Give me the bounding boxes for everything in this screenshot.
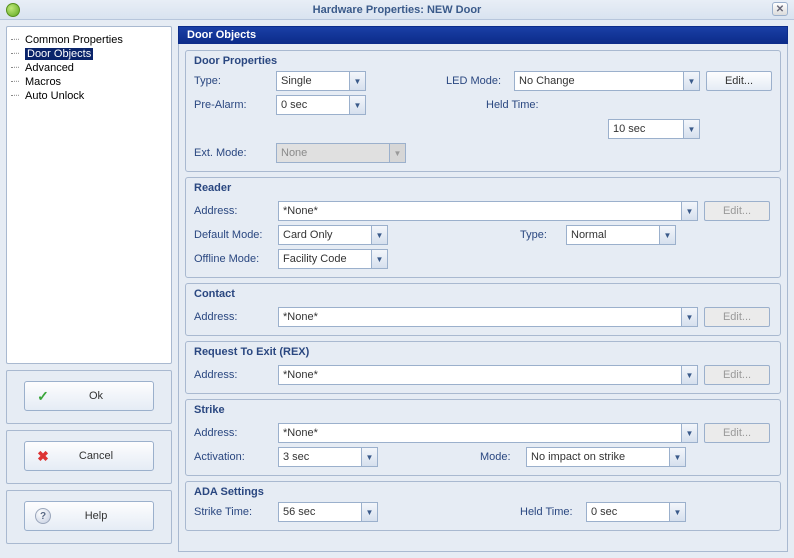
ok-button[interactable]: ✓ Ok [24,381,154,411]
legend-strike: Strike [194,404,772,418]
cancel-button[interactable]: ✖ Cancel [24,441,154,471]
legend-door-properties: Door Properties [194,55,772,69]
label-rex-address: Address: [194,369,272,381]
chevron-down-icon: ▼ [681,202,697,220]
check-icon: ✓ [35,388,51,405]
legend-contact: Contact [194,288,772,302]
nav-auto-unlock[interactable]: Auto Unlock [7,89,171,103]
nav-macros[interactable]: Macros [7,75,171,89]
group-rex: Request To Exit (REX) Address: *None*▼ E… [185,341,781,394]
edit-contact-button: Edit... [704,307,770,327]
cancel-label: Cancel [67,450,143,462]
chevron-down-icon: ▼ [683,72,699,90]
label-ext-mode: Ext. Mode: [194,147,270,159]
combo-held-time[interactable]: 10 sec▼ [608,119,700,139]
nav-common-properties[interactable]: Common Properties [7,33,171,47]
combo-default-mode[interactable]: Card Only▼ [278,225,388,245]
chevron-down-icon: ▼ [389,144,405,162]
group-contact: Contact Address: *None*▼ Edit... [185,283,781,336]
combo-strike-address[interactable]: *None*▼ [278,423,698,443]
edit-strike-button: Edit... [704,423,770,443]
group-ada: ADA Settings Strike Time: 56 sec▼ Held T… [185,481,781,531]
edit-door-button[interactable]: Edit... [706,71,772,91]
legend-reader: Reader [194,182,772,196]
chevron-down-icon: ▼ [361,503,377,521]
chevron-down-icon: ▼ [681,308,697,326]
label-pre-alarm: Pre-Alarm: [194,99,270,111]
nav-advanced[interactable]: Advanced [7,61,171,75]
chevron-down-icon: ▼ [371,226,387,244]
label-activation: Activation: [194,451,272,463]
combo-offline-mode[interactable]: Facility Code▼ [278,249,388,269]
group-door-properties: Door Properties Type: Single▼ LED Mode: … [185,50,781,172]
app-icon [6,3,20,17]
combo-ada-held[interactable]: 0 sec▼ [586,502,686,522]
chevron-down-icon: ▼ [683,120,699,138]
group-strike: Strike Address: *None*▼ Edit... Activati… [185,399,781,476]
nav-door-objects[interactable]: Door Objects [7,47,171,61]
edit-rex-button: Edit... [704,365,770,385]
chevron-down-icon: ▼ [361,448,377,466]
label-ada-strike: Strike Time: [194,506,272,518]
help-label: Help [67,510,143,522]
title-bar: Hardware Properties: NEW Door ✕ [0,0,794,20]
combo-reader-type[interactable]: Normal▼ [566,225,676,245]
combo-activation[interactable]: 3 sec▼ [278,447,378,467]
combo-ext-mode: None▼ [276,143,406,163]
label-reader-address: Address: [194,205,272,217]
section-header: Door Objects [178,26,788,44]
chevron-down-icon: ▼ [659,226,675,244]
combo-type[interactable]: Single▼ [276,71,366,91]
window-title: Hardware Properties: NEW Door [313,4,482,16]
ok-label: Ok [67,390,143,402]
label-type: Type: [194,75,270,87]
chevron-down-icon: ▼ [371,250,387,268]
label-strike-address: Address: [194,427,272,439]
combo-rex-address[interactable]: *None*▼ [278,365,698,385]
edit-reader-button: Edit... [704,201,770,221]
chevron-down-icon: ▼ [681,366,697,384]
group-reader: Reader Address: *None*▼ Edit... Default … [185,177,781,278]
label-held-time: Held Time: [446,99,700,111]
label-strike-mode: Mode: [480,451,520,463]
combo-contact-address[interactable]: *None*▼ [278,307,698,327]
legend-ada: ADA Settings [194,486,772,500]
label-offline-mode: Offline Mode: [194,253,272,265]
label-contact-address: Address: [194,311,272,323]
combo-ada-strike[interactable]: 56 sec▼ [278,502,378,522]
nav-tree: Common Properties Door Objects Advanced … [6,26,172,364]
combo-reader-address[interactable]: *None*▼ [278,201,698,221]
chevron-down-icon: ▼ [681,424,697,442]
help-button[interactable]: ? Help [24,501,154,531]
combo-strike-mode[interactable]: No impact on strike▼ [526,447,686,467]
combo-pre-alarm[interactable]: 0 sec▼ [276,95,366,115]
chevron-down-icon: ▼ [669,503,685,521]
chevron-down-icon: ▼ [349,96,365,114]
label-led-mode: LED Mode: [446,75,508,87]
label-ada-held: Held Time: [520,506,580,518]
help-icon: ? [35,508,51,524]
combo-led-mode[interactable]: No Change▼ [514,71,700,91]
legend-rex: Request To Exit (REX) [194,346,772,360]
chevron-down-icon: ▼ [669,448,685,466]
chevron-down-icon: ▼ [349,72,365,90]
label-default-mode: Default Mode: [194,229,272,241]
label-reader-type: Type: [520,229,560,241]
close-button[interactable]: ✕ [772,2,788,16]
cross-icon: ✖ [35,448,51,465]
